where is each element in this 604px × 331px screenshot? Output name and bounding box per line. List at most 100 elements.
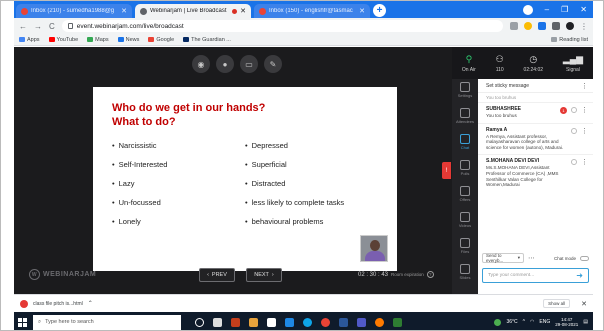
more-icon[interactable]: ⋯ [528, 254, 535, 262]
sidebar-item-slides[interactable]: Slides [460, 264, 470, 287]
puzzle-icon[interactable] [552, 22, 560, 30]
close-icon[interactable]: ✕ [359, 7, 365, 15]
star-icon[interactable] [524, 22, 532, 30]
draw-button[interactable]: ✎ [264, 55, 282, 73]
next-label: NEXT [254, 272, 269, 278]
tab-gmail-2[interactable]: Inbox (150) - englishfr@tasmac ✕ [254, 4, 370, 18]
chat-message: S.MOHANA DEVI DEVI Ms.S.MOHANA DEVI,Assi… [478, 154, 593, 191]
more-icon[interactable]: ⋮ [581, 82, 588, 90]
profile-icon[interactable] [522, 4, 533, 15]
restore-icon[interactable]: ❐ [561, 5, 568, 14]
slide-bullets-right: Depressed Superficial Distracted less li… [245, 140, 345, 235]
tab-webinarjam[interactable]: Webinarjam | Live Broadcast ✕ [135, 4, 251, 18]
chevron-up-icon[interactable]: ⌃ [88, 300, 93, 307]
bookmark-news[interactable]: News [117, 37, 139, 43]
minimize-icon[interactable]: – [545, 5, 549, 14]
sidebar-item-videos[interactable]: Videos [459, 212, 471, 235]
notification-icon[interactable]: ▤ [583, 319, 588, 325]
sidebar-item-label: Settings [457, 93, 473, 98]
more-icon[interactable]: ⋮ [581, 158, 588, 166]
list-item: Self-Interested [112, 159, 168, 178]
language-indicator[interactable]: ENG [539, 319, 550, 325]
google-icon [148, 37, 155, 42]
reload-icon[interactable]: C [49, 22, 55, 31]
sidebar-item-chat[interactable]: Chat [460, 134, 470, 157]
teams-icon[interactable] [357, 317, 366, 327]
cortana-icon[interactable] [195, 317, 204, 327]
url-bar[interactable]: event.webinarjam.com/live/broadcast [61, 20, 503, 32]
send-arrow-icon[interactable]: ➜ [576, 271, 583, 280]
search-placeholder: Type here to search [45, 319, 94, 325]
wifi-icon[interactable]: ◠ [530, 319, 534, 325]
send-to-select[interactable]: Send to everyb... ▾ [482, 253, 524, 263]
extension-icon[interactable] [538, 22, 546, 30]
vlc-icon[interactable] [375, 317, 384, 327]
show-all-button[interactable]: Show all [543, 299, 571, 308]
url-text: event.webinarjam.com/live/broadcast [76, 22, 184, 30]
sidebar-item-attendees[interactable]: Attendees [456, 108, 474, 131]
new-tab-button[interactable]: + [373, 4, 386, 17]
camera-icon: ◉ [197, 59, 205, 69]
close-icon[interactable]: ✕ [240, 7, 246, 15]
more-icon[interactable]: ⋮ [581, 106, 588, 114]
list-item: Depressed [245, 140, 344, 159]
taskbar-apps [195, 317, 402, 327]
close-icon[interactable]: ✕ [581, 300, 587, 308]
chat-text: Ms.S.MOHANA DEVI,Assistant Professor of … [486, 165, 559, 188]
news-icon [117, 37, 124, 42]
windows-start-icon[interactable] [18, 317, 27, 327]
store-icon[interactable] [267, 317, 276, 327]
clock[interactable]: 14:47 29-08-2021 [555, 317, 578, 327]
weather-text[interactable]: 36°C [506, 319, 517, 325]
taskbar-search[interactable]: ⌕ Type here to search [33, 314, 181, 330]
select-radio[interactable] [571, 107, 577, 113]
list-item: less likely to complete tasks [245, 197, 345, 216]
faded-message: You too bruhus [486, 95, 517, 100]
tab-gmail-1[interactable]: Inbox (210) - sumedha1988@g ✕ [16, 4, 132, 18]
sidebar-item-settings[interactable]: Settings [458, 82, 472, 105]
reading-list-icon [551, 37, 558, 42]
comment-input[interactable]: Type your comment... ➜ [482, 268, 589, 283]
panel-alert-tab[interactable]: ! [442, 162, 451, 179]
sidebar-item-offers[interactable]: Offers [459, 186, 471, 209]
share-icon[interactable] [510, 22, 518, 30]
bookmark-guardian[interactable]: The Guardian ... [183, 37, 231, 43]
task-view-icon[interactable] [213, 317, 222, 327]
chrome-icon[interactable] [321, 317, 330, 327]
excel-icon[interactable] [393, 317, 402, 327]
microphone-button[interactable]: ● [216, 55, 234, 73]
sidebar-item-label: Offers [459, 197, 471, 202]
chevron-up-icon[interactable]: ^ [523, 319, 525, 325]
select-radio[interactable] [571, 127, 577, 134]
screen-share-button[interactable]: ▭ [240, 55, 258, 73]
reading-list[interactable]: Reading list [551, 37, 588, 43]
select-radio[interactable] [571, 159, 577, 166]
back-icon[interactable]: ← [19, 22, 27, 31]
prev-slide-button[interactable]: ‹ PREV [199, 268, 235, 282]
bookmark-maps[interactable]: Maps [87, 37, 109, 43]
bookmark-google[interactable]: Google [148, 37, 174, 43]
bookmark-youtube[interactable]: YouTube [48, 37, 78, 43]
download-bar: class file pitch is...html ⌃ Show all ✕ [14, 294, 593, 312]
sidebar-item-files[interactable]: Files [460, 238, 470, 261]
edge-icon[interactable] [303, 317, 312, 327]
chat-mode-toggle[interactable] [580, 255, 589, 261]
camera-button[interactable]: ◉ [192, 55, 210, 73]
word-icon[interactable] [339, 317, 348, 327]
file-explorer-icon[interactable] [249, 317, 258, 327]
help-icon[interactable]: ? [426, 271, 434, 278]
close-window-icon[interactable]: ✕ [580, 5, 587, 14]
forward-icon[interactable]: → [34, 22, 42, 31]
sidebar-item-polls[interactable]: Polls [460, 160, 470, 183]
bookmark-apps[interactable]: Apps [19, 37, 40, 43]
menu-icon[interactable]: ⋮ [580, 22, 588, 31]
close-icon[interactable]: ✕ [121, 7, 127, 15]
more-icon[interactable]: ⋮ [581, 127, 588, 135]
sticky-message-bar[interactable]: Set sticky message ⋮ [478, 79, 593, 93]
powerpoint-icon[interactable] [231, 317, 240, 327]
next-slide-button[interactable]: NEXT › [246, 268, 282, 282]
avatar[interactable] [566, 22, 574, 30]
tab-label: Webinarjam | Live Broadcast [150, 8, 227, 14]
download-filename[interactable]: class file pitch is...html [33, 301, 83, 307]
dropbox-icon[interactable] [285, 317, 294, 327]
